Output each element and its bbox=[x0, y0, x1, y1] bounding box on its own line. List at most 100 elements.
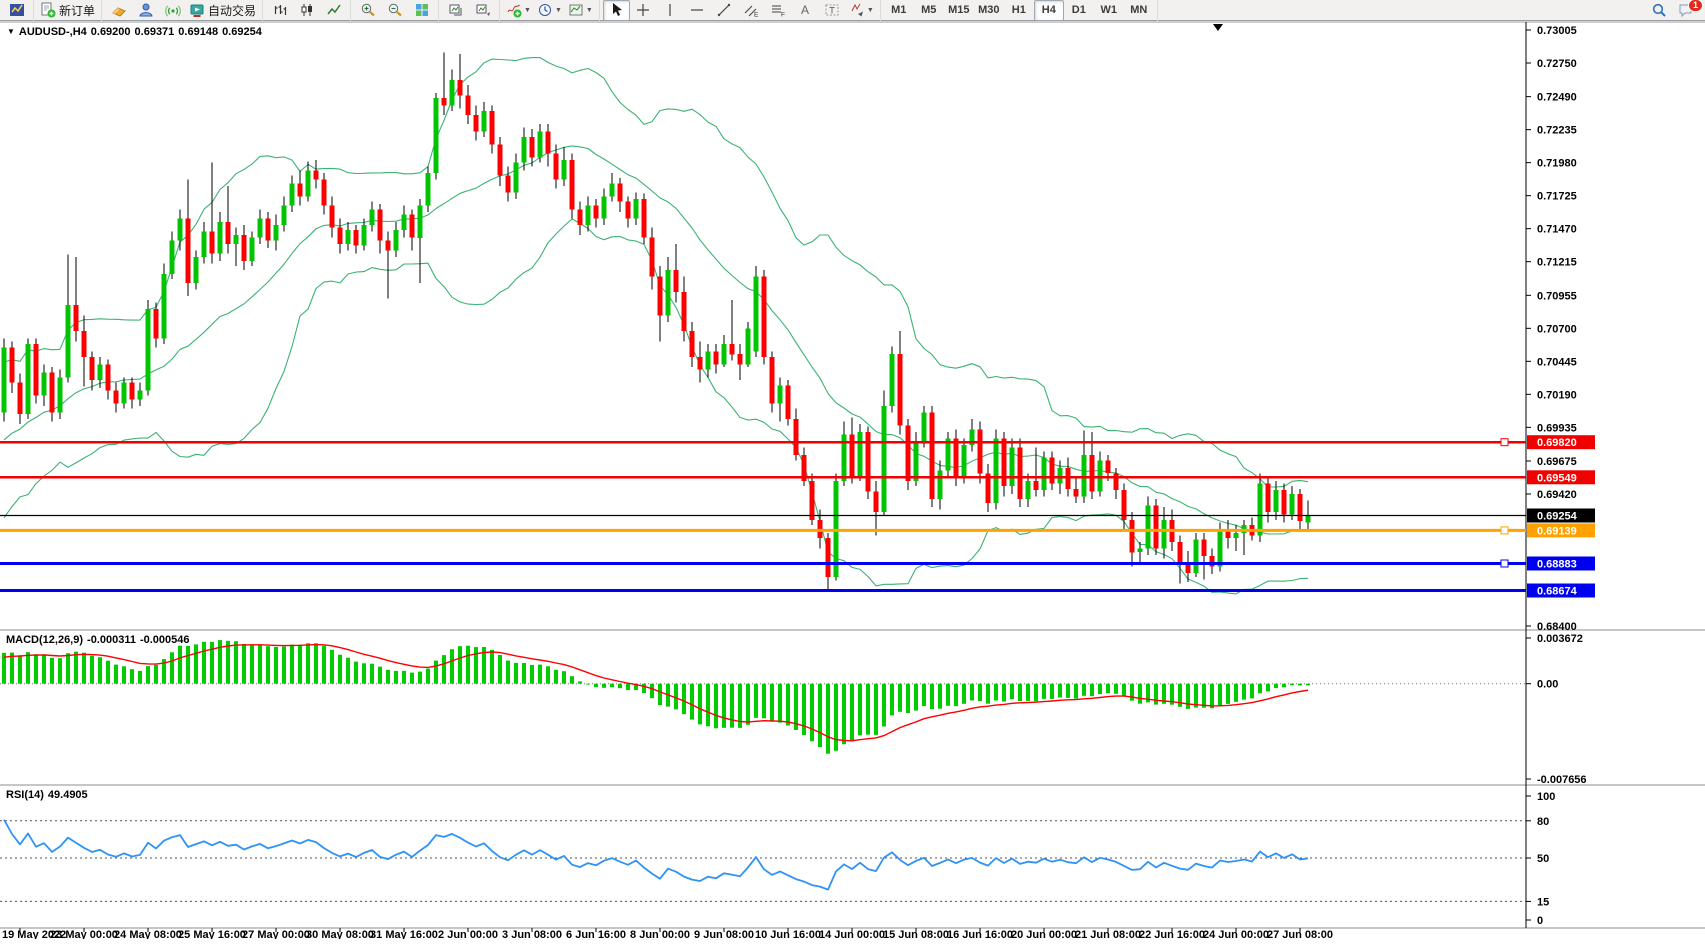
bull-candle bbox=[914, 442, 919, 481]
macd-histogram-bar bbox=[138, 671, 142, 684]
price-tick-label: 0.70700 bbox=[1537, 323, 1577, 335]
time-tick-label: 21 Jun 08:00 bbox=[1075, 929, 1141, 939]
collapse-icon[interactable]: ▼ bbox=[7, 27, 15, 36]
dropdown-arrow-icon[interactable]: ▼ bbox=[524, 7, 531, 14]
text-button[interactable]: A bbox=[792, 0, 819, 21]
auto-trading-button[interactable]: 自动交易 bbox=[186, 0, 259, 21]
timeframe-m1[interactable]: M1 bbox=[884, 0, 914, 21]
toolbar-group bbox=[351, 0, 439, 21]
timeframe-w1[interactable]: W1 bbox=[1094, 0, 1124, 21]
macd-histogram-bar bbox=[1234, 684, 1238, 702]
macd-histogram-bar bbox=[346, 658, 350, 684]
zoom-out-button[interactable] bbox=[381, 0, 408, 21]
line-handle[interactable] bbox=[1501, 527, 1508, 534]
dropdown-arrow-icon[interactable]: ▼ bbox=[586, 7, 593, 14]
horizontal-line-button[interactable] bbox=[684, 0, 711, 21]
timeframe-h1[interactable]: H1 bbox=[1004, 0, 1034, 21]
arrows-button[interactable]: ▼ bbox=[846, 0, 877, 21]
toolbar-group: M1M5M15 M30 H1 H4D1W1MN bbox=[881, 0, 1158, 21]
toolbar-group: 新订单 bbox=[34, 0, 102, 21]
timeframe-mn[interactable]: MN bbox=[1124, 0, 1154, 21]
macd-histogram-bar bbox=[98, 657, 102, 684]
macd-histogram-bar bbox=[410, 673, 414, 684]
bull-candle bbox=[754, 277, 759, 352]
bear-candle bbox=[410, 214, 415, 237]
dropdown-arrow-icon[interactable]: ▼ bbox=[555, 7, 562, 14]
tile-windows-button[interactable] bbox=[408, 0, 435, 21]
notifications-button[interactable]: 1 bbox=[1672, 0, 1699, 21]
indicators-icon bbox=[506, 2, 522, 18]
bull-candle bbox=[890, 354, 895, 406]
terminal-icon[interactable] bbox=[3, 0, 30, 21]
bull-candle bbox=[1082, 455, 1087, 496]
time-tick-label: 24 May 08:00 bbox=[114, 929, 182, 939]
periods-button[interactable]: ▼ bbox=[534, 0, 565, 21]
macd-indicator: 0.0036720.00-0.007656 bbox=[0, 633, 1587, 786]
bear-candle bbox=[34, 344, 39, 396]
bear-candle bbox=[650, 238, 655, 277]
rsi-line bbox=[4, 820, 1308, 890]
profile-button[interactable] bbox=[132, 0, 159, 21]
time-tick-label: 9 Jun 08:00 bbox=[694, 929, 754, 939]
history-button[interactable] bbox=[105, 0, 132, 21]
timeframe-m30[interactable]: M30 bbox=[974, 0, 1004, 21]
zoom-in-icon bbox=[360, 2, 376, 18]
vline-icon bbox=[662, 2, 678, 18]
macd-histogram-bar bbox=[530, 665, 534, 684]
crosshair-button[interactable] bbox=[630, 0, 657, 21]
macd-histogram-bar bbox=[130, 669, 134, 684]
macd-histogram-bar bbox=[842, 684, 846, 745]
trendline-button[interactable] bbox=[711, 0, 738, 21]
bar-chart-button[interactable] bbox=[266, 0, 293, 21]
vertical-line-button[interactable] bbox=[657, 0, 684, 21]
price-chart: 0.730050.727500.724900.722350.719800.717… bbox=[0, 0, 1705, 939]
bear-candle bbox=[866, 432, 871, 492]
track-chart-button[interactable] bbox=[469, 0, 496, 21]
line-chart-button[interactable] bbox=[320, 0, 347, 21]
bear-candle bbox=[1178, 542, 1183, 564]
macd-histogram-bar bbox=[1154, 684, 1158, 705]
templates-button[interactable]: ▼ bbox=[565, 0, 596, 21]
timeframe-h1-label: H1 bbox=[1012, 4, 1026, 16]
bear-candle bbox=[1034, 481, 1039, 490]
bear-candle bbox=[1266, 484, 1271, 512]
search-button[interactable] bbox=[1645, 0, 1672, 21]
price-tick-label: 0.71470 bbox=[1537, 224, 1577, 236]
macd-histogram-bar bbox=[378, 667, 382, 684]
auto-arrange-button[interactable] bbox=[442, 0, 469, 21]
macd-histogram-bar bbox=[986, 684, 990, 704]
line-handle[interactable] bbox=[1501, 439, 1508, 446]
line-handle[interactable] bbox=[1501, 560, 1508, 567]
price-tick-label: 0.70955 bbox=[1537, 290, 1577, 302]
timeframe-m5[interactable]: M5 bbox=[914, 0, 944, 21]
bear-candle bbox=[498, 145, 503, 176]
new-order-button[interactable]: 新订单 bbox=[37, 0, 98, 21]
bear-candle bbox=[90, 357, 95, 380]
timeframe-m15[interactable]: M15 bbox=[944, 0, 974, 21]
signals-button[interactable] bbox=[159, 0, 186, 21]
bear-candle bbox=[1130, 520, 1135, 552]
bull-candle bbox=[282, 205, 287, 224]
bear-candle bbox=[1282, 490, 1287, 515]
bear-candle bbox=[442, 98, 447, 106]
bear-candle bbox=[106, 365, 111, 391]
bull-candle bbox=[306, 170, 311, 196]
time-tick-label: 20 Jun 00:00 bbox=[1011, 929, 1077, 939]
timeframe-d1[interactable]: D1 bbox=[1064, 0, 1094, 21]
bull-candle bbox=[42, 372, 47, 395]
candlestick-chart-button[interactable] bbox=[293, 0, 320, 21]
text-label-button[interactable]: T bbox=[819, 0, 846, 21]
dropdown-arrow-icon[interactable]: ▼ bbox=[867, 7, 874, 14]
equidistant-channel-button[interactable]: E bbox=[738, 0, 765, 21]
macd-histogram-bar bbox=[898, 684, 902, 712]
time-tick-label: 27 May 00:00 bbox=[242, 929, 310, 939]
bear-candle bbox=[466, 95, 471, 114]
fibonacci-button[interactable]: F bbox=[765, 0, 792, 21]
macd-histogram-bar bbox=[962, 684, 966, 704]
timeframe-h4[interactable]: H4 bbox=[1034, 0, 1064, 21]
chart-shift-marker[interactable] bbox=[1213, 24, 1223, 31]
indicators-button[interactable]: ▼ bbox=[503, 0, 534, 21]
timeframe-m30-label: M30 bbox=[978, 4, 999, 16]
zoom-in-button[interactable] bbox=[354, 0, 381, 21]
cursor-button[interactable] bbox=[603, 0, 630, 21]
